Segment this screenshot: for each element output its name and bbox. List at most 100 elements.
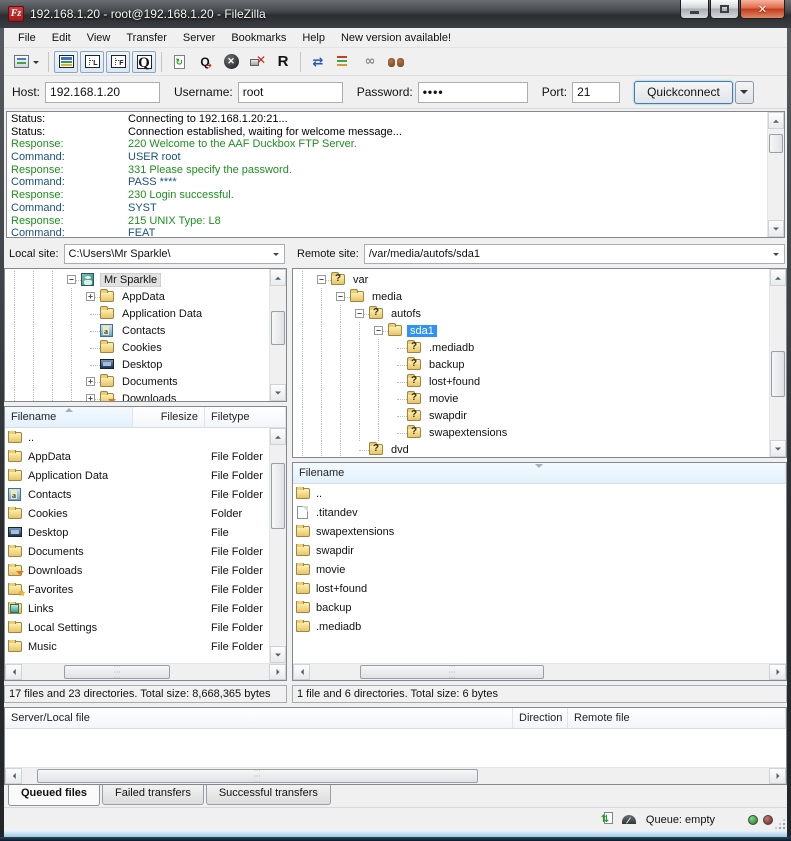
local-tree-item-documents[interactable]: +Documents [5,373,269,390]
scroll-up-button[interactable] [770,269,786,286]
file-row-[interactable]: .. [293,484,786,503]
file-row-lost-found[interactable]: lost+found [293,579,786,598]
tab-failed-transfers[interactable]: Failed transfers [102,785,204,805]
site-manager-button[interactable] [9,51,43,73]
refresh-button[interactable]: ↻ [167,51,191,73]
menu-item-edit[interactable]: Edit [44,30,79,46]
menu-item-file[interactable]: File [10,30,44,46]
combo-dropdown-icon[interactable] [268,245,284,263]
scroll-down-button[interactable] [770,440,786,457]
close-button[interactable] [740,0,785,19]
file-row-favorites[interactable]: ★FavoritesFile Folder [5,580,269,599]
file-row-cookies[interactable]: CookiesFolder [5,504,269,523]
remote-tree-item-dvd[interactable]: ?dvd [293,441,769,457]
local-site-combo[interactable]: C:\Users\Mr Sparkle\ [64,244,285,264]
remote-tree-vscrollbar[interactable] [769,269,786,457]
expander-plus-icon[interactable]: + [81,390,100,401]
remote-tree-item-swapextensions[interactable]: ?swapextensions [293,424,769,441]
combo-dropdown-icon[interactable] [768,245,784,263]
local-tree-vscrollbar[interactable] [269,269,286,401]
password-input[interactable] [418,82,528,103]
scroll-down-button[interactable] [270,384,286,401]
menu-item-new-version-available[interactable]: New version available! [333,30,459,46]
expander-plus-icon[interactable]: + [81,373,100,390]
menu-item-view[interactable]: View [79,30,119,46]
local-tree-item-contacts[interactable]: Contacts [5,322,269,339]
quickconnect-button[interactable]: Quickconnect [634,81,733,104]
scroll-left-button[interactable] [293,664,310,680]
file-row-music[interactable]: MusicFile Folder [5,637,269,656]
file-row-movie[interactable]: movie [293,560,786,579]
queue-column-direction[interactable]: Direction [513,708,568,728]
remote-tree-item-sda1[interactable]: −sda1 [293,322,769,339]
scroll-down-button[interactable] [768,220,784,237]
tab-successful-transfers[interactable]: Successful transfers [206,785,331,805]
maximize-button[interactable] [710,0,739,19]
expander-minus-icon[interactable]: − [312,271,331,288]
toggle-message-log-button[interactable] [54,51,78,73]
scroll-right-button[interactable] [769,664,786,680]
tab-queued-files[interactable]: Queued files [8,785,100,806]
directory-comparison-button[interactable] [332,51,356,73]
file-row-links[interactable]: LinksFile Folder [5,599,269,618]
local-list-hscrollbar[interactable] [5,663,286,680]
transfer-type-icon[interactable]: ⇅ [602,812,616,827]
scroll-left-button[interactable] [5,664,22,680]
file-row-mediadb[interactable]: .mediadb [293,617,786,636]
find-files-button[interactable]: ∞ [358,51,382,73]
remote-tree-item-mediadb[interactable]: ?.mediadb [293,339,769,356]
local-tree-item-cookies[interactable]: Cookies [5,339,269,356]
scroll-up-button[interactable] [270,428,286,445]
file-row-desktop[interactable]: DesktopFile [5,523,269,542]
local-tree-item-mr-sparkle[interactable]: −Mr Sparkle [5,271,269,288]
scroll-right-button[interactable] [269,664,286,680]
scroll-down-button[interactable] [270,646,286,663]
queue-column-remote-file[interactable]: Remote file [568,708,786,728]
menu-item-server[interactable]: Server [175,30,223,46]
resize-grip[interactable] [775,819,785,829]
file-row-swapextensions[interactable]: swapextensions [293,522,786,541]
file-row-local-settings[interactable]: Local SettingsFile Folder [5,618,269,637]
disconnect-button[interactable]: ✕ [245,51,269,73]
column-header-filename[interactable]: Filename [5,407,133,427]
expander-minus-icon[interactable]: − [331,288,350,305]
quickconnect-dropdown-button[interactable] [735,81,754,104]
remote-tree-item-lost-found[interactable]: ?lost+found [293,373,769,390]
expander-minus-icon[interactable]: − [350,305,369,322]
column-header-filetype[interactable]: Filetype [205,407,286,427]
file-row-application-data[interactable]: Application DataFile Folder [5,466,269,485]
speed-limits-icon[interactable] [622,815,636,824]
port-input[interactable] [572,82,620,103]
remote-tree-item-var[interactable]: −?var [293,271,769,288]
remote-tree-item-autofs[interactable]: −?autofs [293,305,769,322]
remote-tree-item-movie[interactable]: ?movie [293,390,769,407]
local-tree-item-appdata[interactable]: +AppData [5,288,269,305]
file-row-appdata[interactable]: AppDataFile Folder [5,447,269,466]
queue-column-server-local-file[interactable]: Server/Local file [5,708,513,728]
toggle-queue-button[interactable]: Q [132,51,156,73]
file-row-contacts[interactable]: ContactsFile Folder [5,485,269,504]
file-row-[interactable]: .. [5,428,269,447]
toggle-local-tree-button[interactable]: L [80,51,104,73]
synchronized-browsing-button[interactable]: ⇄ [306,51,330,73]
message-log-vscrollbar[interactable] [767,112,784,237]
username-input[interactable] [238,82,343,103]
local-tree-item-downloads[interactable]: +Downloads [5,390,269,401]
remote-list-hscrollbar[interactable] [293,663,786,680]
menu-item-transfer[interactable]: Transfer [118,30,175,46]
minimize-button[interactable] [680,0,709,19]
column-header-filename[interactable]: Filename [293,463,786,483]
menu-item-bookmarks[interactable]: Bookmarks [223,30,294,46]
cancel-operation-button[interactable]: ✕ [219,51,243,73]
local-list-vscrollbar[interactable] [269,428,286,663]
file-row-swapdir[interactable]: swapdir [293,541,786,560]
scroll-left-button[interactable] [5,768,22,784]
local-tree-item-desktop[interactable]: Desktop [5,356,269,373]
expander-minus-icon[interactable]: − [369,322,388,339]
local-tree-item-application-data[interactable]: Application Data [5,305,269,322]
filter-button[interactable] [384,51,408,73]
host-input[interactable] [45,82,160,103]
reconnect-button[interactable]: R [271,51,295,73]
scroll-up-button[interactable] [768,112,784,129]
remote-tree-item-media[interactable]: −media [293,288,769,305]
